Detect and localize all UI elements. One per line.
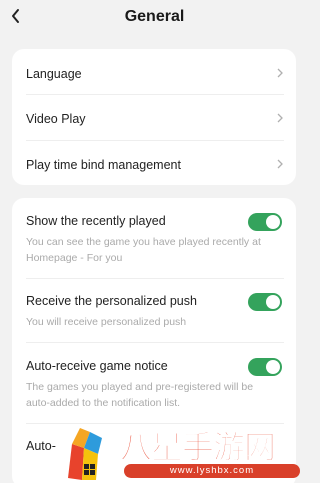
personalized-push-row: Receive the personalized push You will r…	[26, 293, 284, 330]
video-play-row[interactable]: Video Play	[26, 110, 284, 128]
watermark-text: 八星手游网	[119, 428, 276, 467]
divider	[26, 342, 284, 343]
personalized-push-desc: You will receive personalized push	[26, 316, 187, 328]
personalized-push-label: Receive the personalized push	[26, 294, 197, 308]
watermark-logo-icon	[68, 428, 102, 480]
language-row[interactable]: Language	[26, 65, 284, 83]
recently-played-label: Show the recently played	[26, 214, 166, 228]
toggle-knob	[266, 215, 280, 229]
auto-receive-notice-row: Auto-receive game notice The games you p…	[26, 358, 284, 411]
language-label: Language	[26, 67, 82, 81]
toggle-knob	[266, 360, 280, 374]
divider	[26, 278, 284, 279]
toggle-knob	[266, 295, 280, 309]
recently-played-desc: You can see the game you have played rec…	[26, 236, 261, 264]
page-title: General	[124, 8, 185, 25]
video-play-label: Video Play	[26, 112, 86, 126]
auto-receive-notice-desc: The games you played and pre-registered …	[26, 381, 254, 409]
divider	[26, 94, 284, 95]
auto-receive-notice-toggle[interactable]	[248, 358, 282, 376]
recently-played-row: Show the recently played You can see the…	[26, 213, 284, 266]
personalized-push-toggle[interactable]	[248, 293, 282, 311]
chevron-right-icon	[277, 159, 283, 169]
chevron-right-icon	[277, 113, 283, 123]
watermark: 八星手游网 www.lyshbx.com	[62, 418, 302, 483]
auto-receive-notice-label: Auto-receive game notice	[26, 359, 168, 373]
chevron-right-icon	[277, 68, 283, 78]
divider	[26, 140, 284, 141]
watermark-url: www.lyshbx.com	[124, 464, 300, 478]
play-time-bind-row[interactable]: Play time bind management	[26, 156, 284, 174]
header-bar: General	[0, 0, 309, 36]
recently-played-toggle[interactable]	[248, 213, 282, 231]
play-time-bind-label: Play time bind management	[26, 158, 181, 172]
settings-card-general: Language Video Play Play time bind manag…	[12, 49, 296, 185]
